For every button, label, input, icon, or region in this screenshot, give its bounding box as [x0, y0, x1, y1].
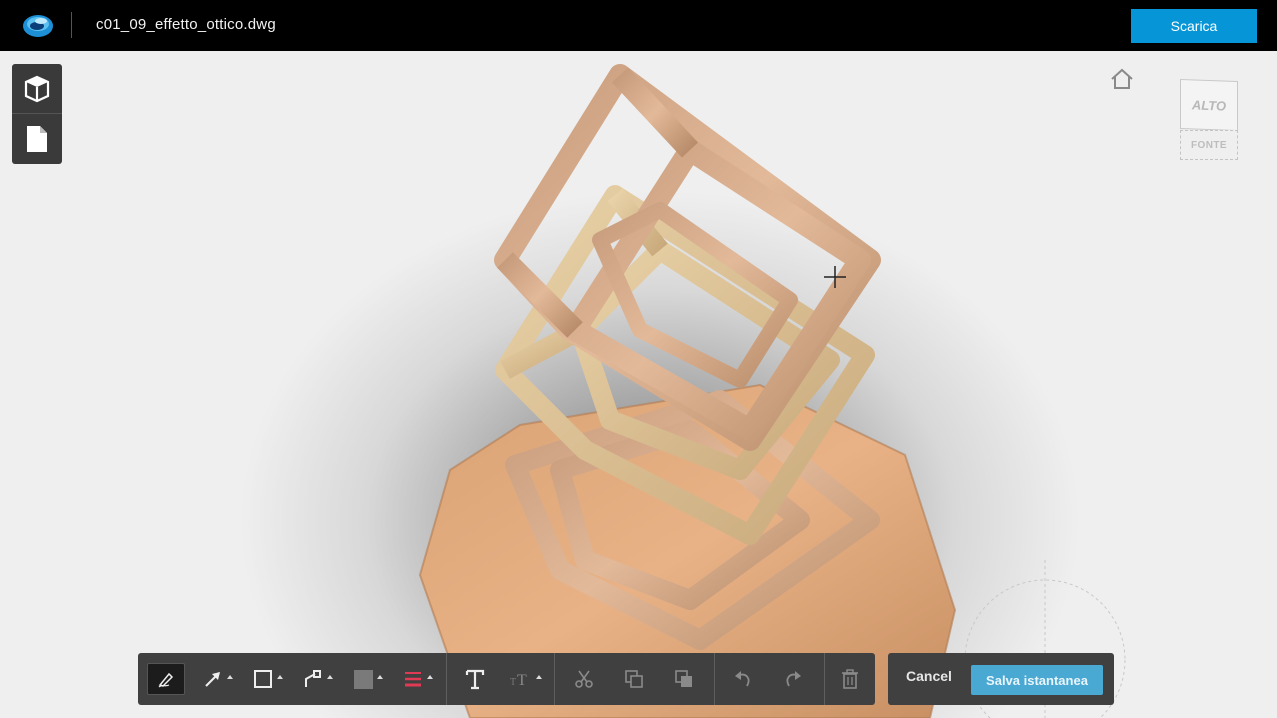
- view-cube[interactable]: ALTO FONTE: [1178, 78, 1242, 164]
- save-snapshot-button[interactable]: Salva istantanea: [971, 665, 1103, 695]
- file-name: c01_09_effetto_ottico.dwg: [96, 16, 276, 33]
- toolbar-divider: [554, 653, 555, 705]
- fill-color-tool[interactable]: [348, 663, 388, 695]
- 3d-model-render: [418, 64, 1126, 718]
- toolbar-divider: [824, 653, 825, 705]
- copy-icon: [625, 670, 643, 688]
- top-bar: c01_09_effetto_ottico.dwg Scarica: [0, 0, 1277, 51]
- undo-icon: [735, 671, 750, 687]
- polyline-icon: [305, 670, 321, 687]
- svg-text:T: T: [510, 677, 516, 688]
- cut-icon: [575, 670, 593, 688]
- viewer-side-panel: [12, 64, 62, 164]
- rectangle-icon: [254, 670, 272, 688]
- redo-icon: [786, 671, 801, 687]
- viewcube-top-face[interactable]: ALTO: [1180, 78, 1238, 132]
- model-browser-button[interactable]: [12, 64, 62, 114]
- polyline-tool[interactable]: [298, 663, 338, 695]
- text-size-icon: T T: [510, 672, 527, 689]
- freehand-tool[interactable]: [147, 663, 185, 695]
- undo-tool[interactable]: [725, 663, 761, 695]
- document-icon: [27, 126, 47, 152]
- viewcube-front-face[interactable]: FONTE: [1180, 130, 1238, 160]
- text-tool[interactable]: [456, 663, 494, 695]
- freehand-pen-icon: [158, 672, 174, 688]
- arrow-tool[interactable]: [198, 663, 238, 695]
- redo-tool[interactable]: [775, 663, 811, 695]
- markup-toolbar: T T: [138, 653, 875, 705]
- model-viewport[interactable]: [0, 51, 1277, 718]
- paste-tool[interactable]: [666, 663, 702, 695]
- header-separator: [71, 12, 72, 38]
- home-icon[interactable]: [1110, 68, 1134, 90]
- cursor-crosshair-icon: [824, 266, 846, 288]
- svg-text:T: T: [517, 672, 527, 689]
- download-button[interactable]: Scarica: [1131, 9, 1257, 43]
- toolbar-divider: [446, 653, 447, 705]
- rectangle-tool[interactable]: [248, 663, 288, 695]
- cut-tool[interactable]: [566, 663, 602, 695]
- copy-tool[interactable]: [616, 663, 652, 695]
- stroke-width-tool[interactable]: [398, 663, 438, 695]
- arrow-icon: [205, 672, 220, 687]
- paste-icon: [675, 670, 692, 687]
- toolbar-divider: [714, 653, 715, 705]
- markup-action-bar: Cancel Salva istantanea: [888, 653, 1114, 705]
- autodesk-viewer-logo-icon: [23, 15, 53, 37]
- text-size-tool[interactable]: T T: [506, 663, 546, 695]
- sheets-button[interactable]: [12, 114, 62, 164]
- text-icon: [465, 669, 485, 690]
- delete-tool[interactable]: [832, 663, 868, 695]
- cancel-button[interactable]: Cancel: [906, 668, 952, 684]
- stroke-width-icon: [405, 672, 421, 687]
- fill-color-icon: [353, 669, 373, 689]
- model-cube-icon: [24, 75, 50, 102]
- trash-icon: [842, 669, 858, 689]
